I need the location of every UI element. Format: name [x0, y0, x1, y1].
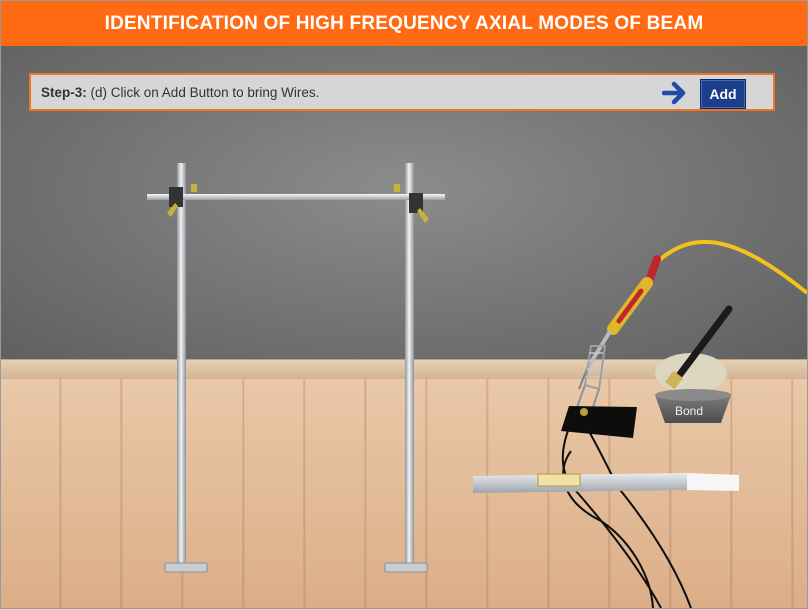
step-description: (d) Click on Add Button to bring Wires.: [90, 84, 320, 100]
wooden-floor: [1, 379, 807, 608]
step-label: Step-3:: [41, 84, 87, 100]
instruction-text: Step-3: (d) Click on Add Button to bring…: [41, 85, 319, 100]
baseboard: [1, 359, 807, 381]
add-button[interactable]: Add: [700, 79, 746, 109]
arrow-right-icon: [662, 81, 686, 105]
instruction-bar: Step-3: (d) Click on Add Button to bring…: [29, 73, 775, 111]
simulation-frame: IDENTIFICATION OF HIGH FREQUENCY AXIAL M…: [0, 0, 808, 609]
page-title: IDENTIFICATION OF HIGH FREQUENCY AXIAL M…: [1, 1, 807, 46]
